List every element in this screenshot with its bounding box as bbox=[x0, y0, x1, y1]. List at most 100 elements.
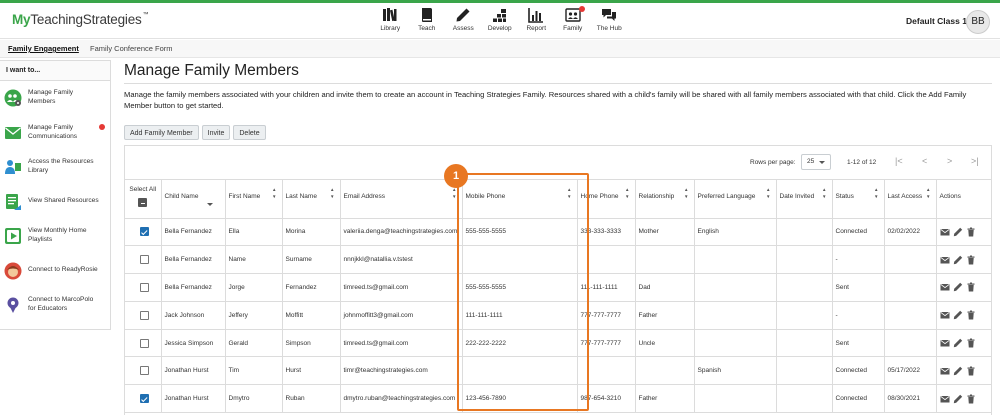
sidebar-item-connect-readyrosie[interactable]: Connect to ReadyRosie bbox=[0, 254, 110, 289]
column-child-name[interactable]: Child Name bbox=[161, 180, 226, 219]
nav-assess-label: Assess bbox=[452, 25, 474, 32]
app-logo[interactable]: MyTeachingStrategies™ bbox=[12, 12, 149, 27]
edit-pencil-icon[interactable] bbox=[953, 310, 963, 320]
envelope-icon[interactable] bbox=[940, 366, 950, 376]
envelope-icon[interactable] bbox=[940, 310, 950, 320]
top-header: MyTeachingStrategies™ Library Teach Asse… bbox=[0, 3, 1000, 39]
cell-mobile-phone: 111-111-1111 bbox=[462, 301, 578, 330]
column-label: Actions bbox=[939, 193, 961, 200]
cell-mobile-phone bbox=[462, 356, 578, 386]
column-email-address[interactable]: Email Address ▲ ▼ bbox=[340, 180, 463, 219]
edit-pencil-icon[interactable] bbox=[953, 338, 963, 348]
cell-last-access: 02/02/2022 bbox=[884, 218, 937, 247]
sidebar-item-view-shared-resources[interactable]: View Shared Resources bbox=[0, 185, 110, 220]
rows-per-page-select[interactable]: 25 bbox=[801, 154, 831, 170]
column-home-phone[interactable]: Home Phone ▲ ▼ bbox=[577, 180, 636, 219]
cell-mobile-phone: 123-456-7890 bbox=[462, 384, 578, 414]
edit-pencil-icon[interactable] bbox=[953, 282, 963, 292]
nav-teach[interactable]: Teach bbox=[409, 7, 446, 37]
class-selector[interactable]: Default Class 1 bbox=[906, 16, 967, 26]
column-label: Child Name bbox=[164, 193, 199, 200]
column-last-access[interactable]: Last Access ▲ ▼ bbox=[884, 180, 937, 219]
row-checkbox[interactable] bbox=[139, 227, 149, 237]
cell-mobile-phone: 222-222-2222 bbox=[462, 329, 578, 358]
pencil-icon bbox=[456, 8, 470, 22]
trash-icon[interactable] bbox=[966, 282, 976, 292]
nav-library[interactable]: Library bbox=[372, 7, 409, 37]
sidebar-item-view-monthly-home-playlists[interactable]: View Monthly Home Playlists bbox=[0, 219, 110, 254]
column-mobile-phone[interactable]: Mobile Phone ▲ ▼ bbox=[462, 180, 578, 219]
nav-report[interactable]: Report bbox=[518, 7, 555, 37]
envelope-icon[interactable] bbox=[940, 255, 950, 265]
shared-doc-icon bbox=[6, 193, 21, 210]
cell-email: timr@teachingstrategies.com bbox=[340, 356, 463, 386]
column-preferred-language[interactable]: Preferred Language ▲ ▼ bbox=[694, 180, 777, 219]
column-last-name[interactable]: Last Name ▲ ▼ bbox=[282, 180, 341, 219]
sidebar-item-manage-family-members[interactable]: Manage Family Members bbox=[0, 81, 110, 116]
cell-mobile-phone: 555-555-5555 bbox=[462, 273, 578, 302]
envelope-icon[interactable] bbox=[940, 227, 950, 237]
prev-page-button[interactable]: < bbox=[922, 156, 927, 166]
edit-pencil-icon[interactable] bbox=[953, 366, 963, 376]
cell-first-name: Jeffery bbox=[225, 301, 283, 330]
sidebar-item-connect-marcopolo[interactable]: Connect to MarcoPolo for Educators bbox=[0, 288, 110, 323]
trash-icon[interactable] bbox=[966, 338, 976, 348]
cell-home-phone: 987-654-3210 bbox=[577, 384, 636, 414]
column-first-name[interactable]: First Name ▲ ▼ bbox=[225, 180, 283, 219]
sidebar-item-manage-family-communications[interactable]: Manage Family Communications bbox=[0, 116, 110, 151]
cell-relationship bbox=[635, 356, 695, 386]
sidebar-item-label: View Monthly Home Playlists bbox=[28, 227, 87, 244]
next-page-button[interactable]: > bbox=[947, 156, 952, 166]
add-family-member-button[interactable]: Add Family Member bbox=[124, 124, 199, 140]
row-checkbox[interactable] bbox=[139, 394, 149, 404]
envelope-icon bbox=[5, 126, 21, 139]
invite-button[interactable]: Invite bbox=[201, 124, 231, 140]
row-checkbox[interactable] bbox=[139, 255, 149, 265]
column-status[interactable]: Status ▲ ▼ bbox=[832, 180, 885, 219]
cell-child-name: Jonathan Hurst bbox=[161, 384, 226, 414]
trash-icon[interactable] bbox=[966, 366, 976, 376]
sidebar-item-access-resources-library[interactable]: Access the Resources Library bbox=[0, 150, 110, 185]
cell-language bbox=[694, 245, 777, 275]
edit-pencil-icon[interactable] bbox=[953, 255, 963, 265]
delete-button[interactable]: Delete bbox=[233, 124, 266, 140]
table-row: Bella Fernandez Ella Morina valeriia.den… bbox=[125, 218, 991, 247]
column-actions: Actions bbox=[936, 180, 991, 219]
trash-icon[interactable] bbox=[966, 394, 976, 404]
nav-develop[interactable]: Develop bbox=[482, 7, 519, 37]
sidebar-heading: I want to... bbox=[0, 61, 110, 81]
row-checkbox[interactable] bbox=[139, 338, 149, 348]
row-checkbox[interactable] bbox=[139, 310, 149, 320]
table-row: Jonathan Hurst Tim Hurst timr@teachingst… bbox=[125, 356, 991, 386]
column-date-invited[interactable]: Date Invited ▲ ▼ bbox=[776, 180, 833, 219]
sidebar-item-label: Access the Resources Library bbox=[28, 158, 94, 175]
logo-text: TeachingStrategies bbox=[30, 12, 142, 27]
logo-trademark: ™ bbox=[142, 12, 149, 18]
cell-home-phone bbox=[577, 356, 636, 386]
tab-family-engagement[interactable]: Family Engagement bbox=[8, 44, 79, 53]
trash-icon[interactable] bbox=[966, 310, 976, 320]
trash-icon[interactable] bbox=[966, 255, 976, 265]
last-page-button[interactable]: >| bbox=[971, 156, 979, 166]
cell-language: English bbox=[694, 218, 777, 247]
select-all-checkbox[interactable] bbox=[138, 198, 148, 207]
envelope-icon[interactable] bbox=[940, 338, 950, 348]
edit-pencil-icon[interactable] bbox=[953, 394, 963, 404]
row-checkbox[interactable] bbox=[139, 366, 149, 376]
select-all-label: Select All bbox=[129, 186, 157, 193]
edit-pencil-icon[interactable] bbox=[953, 227, 963, 237]
trash-icon[interactable] bbox=[966, 227, 976, 237]
nav-assess[interactable]: Assess bbox=[445, 7, 482, 37]
nav-the-hub[interactable]: The Hub bbox=[591, 7, 628, 37]
nav-family[interactable]: Family bbox=[555, 6, 592, 37]
first-page-button[interactable]: |< bbox=[895, 156, 903, 166]
row-checkbox[interactable] bbox=[139, 282, 149, 292]
cell-last-access: 08/30/2021 bbox=[884, 384, 937, 414]
user-avatar[interactable]: BB bbox=[966, 10, 990, 34]
envelope-icon[interactable] bbox=[940, 394, 950, 404]
cell-first-name: Ella bbox=[225, 218, 283, 247]
envelope-icon[interactable] bbox=[940, 282, 950, 292]
tab-family-conference-form[interactable]: Family Conference Form bbox=[90, 44, 173, 53]
column-label: First Name bbox=[228, 193, 261, 200]
column-relationship[interactable]: Relationship ▲ ▼ bbox=[635, 180, 695, 219]
